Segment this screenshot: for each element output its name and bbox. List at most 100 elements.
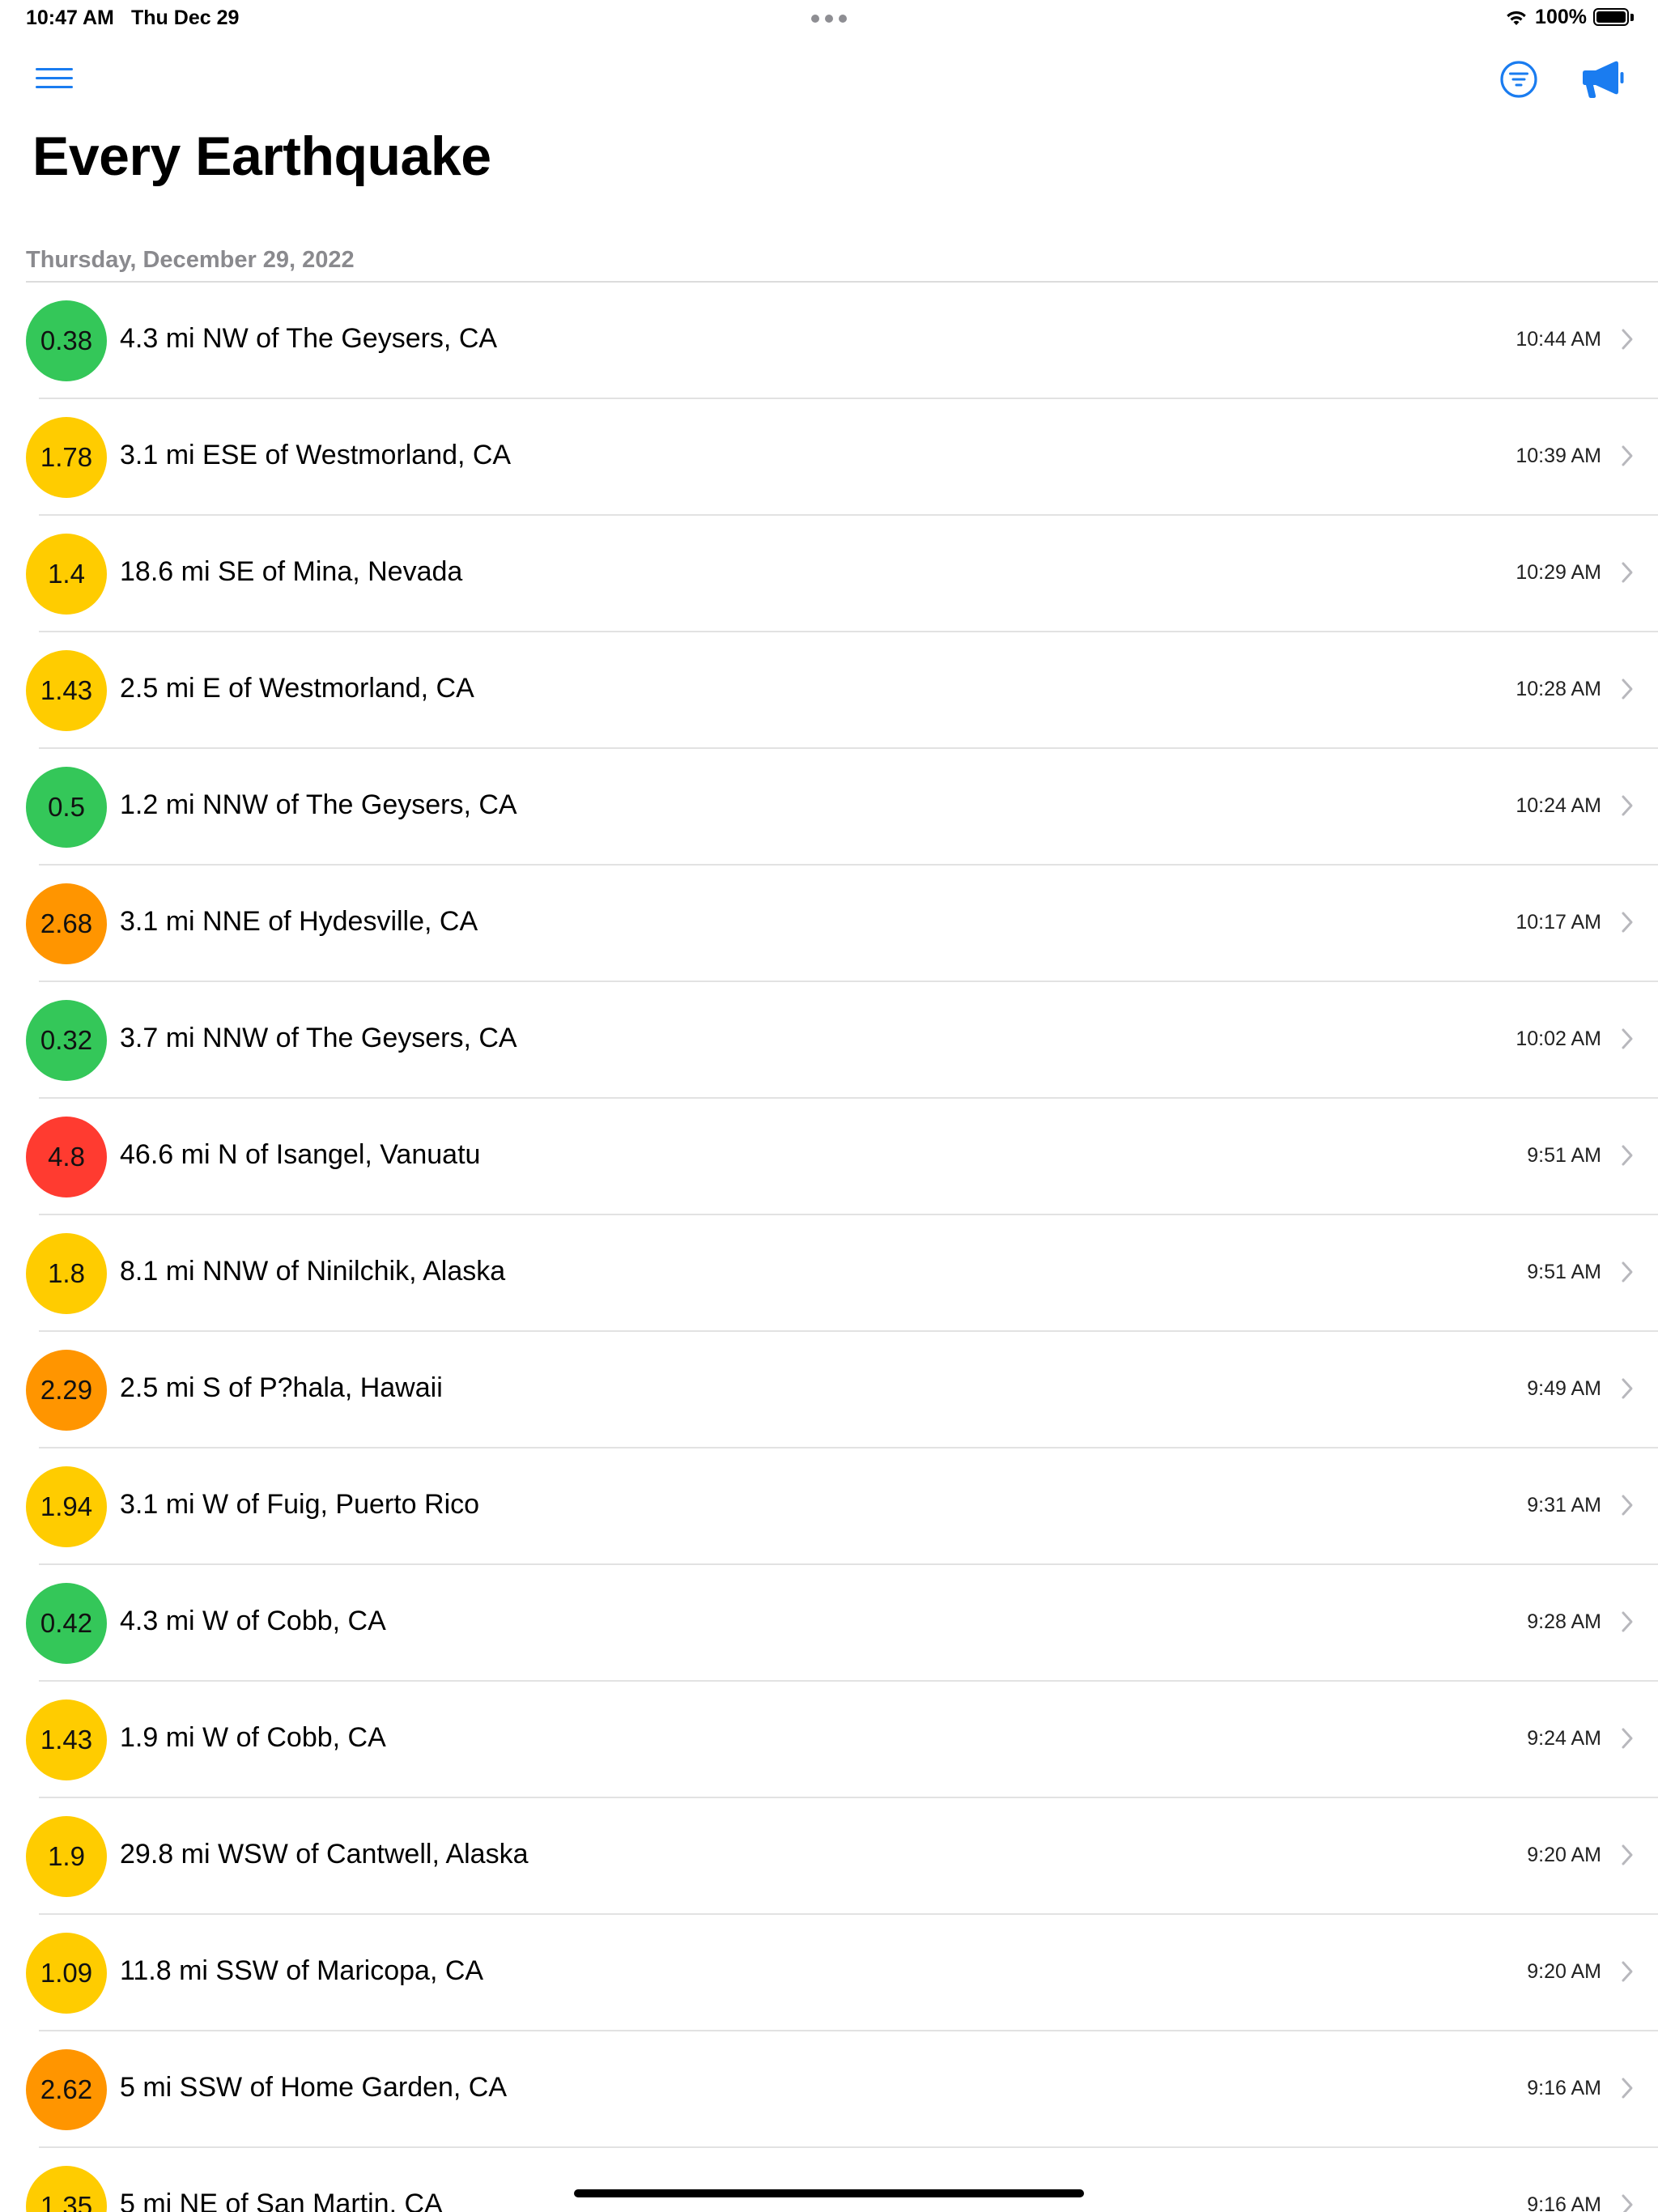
magnitude-badge: 1.94 — [26, 1466, 107, 1547]
status-date: Thu Dec 29 — [131, 6, 240, 29]
earthquake-location: 1.9 mi W of Cobb, CA — [120, 1722, 386, 1753]
magnitude-badge: 1.8 — [26, 1233, 107, 1314]
earthquake-location: 4.3 mi W of Cobb, CA — [120, 1606, 386, 1636]
earthquake-time: 9:20 AM — [1527, 1844, 1601, 1866]
magnitude-badge: 2.62 — [26, 2049, 107, 2130]
earthquake-time: 10:28 AM — [1516, 678, 1601, 700]
earthquake-row[interactable]: 2.29 2.5 mi S of P?hala, Hawaii 9:49 AM — [0, 1332, 1658, 1448]
earthquake-time: 10:24 AM — [1516, 794, 1601, 817]
earthquake-row[interactable]: 0.32 3.7 mi NNW of The Geysers, CA 10:02 A… — [0, 982, 1658, 1099]
earthquake-location: 5 mi SSW of Home Garden, CA — [120, 2072, 508, 2103]
earthquake-row[interactable]: 0.38 4.3 mi NW of The Geysers, CA 10:44 AM — [0, 283, 1658, 399]
section-header-date: Thursday, December 29, 2022 — [26, 247, 355, 273]
earthquake-row[interactable]: 1.43 2.5 mi E of Westmorland, CA 10:28 AM — [0, 632, 1658, 749]
earthquake-row[interactable]: 1.35 5 mi NE of San Martin, CA 9:16 AM — [0, 2148, 1658, 2212]
magnitude-badge: 1.35 — [26, 2166, 107, 2212]
earthquake-location: 3.1 mi ESE of Westmorland, CA — [120, 440, 512, 470]
earthquake-location: 46.6 mi N of Isangel, Vanuatu — [120, 1139, 481, 1170]
magnitude-badge: 1.43 — [26, 650, 107, 731]
wifi-icon — [1507, 11, 1526, 25]
chevron-right-icon — [1622, 329, 1633, 350]
chevron-right-icon — [1622, 795, 1633, 816]
earthquake-location: 3.7 mi NNW of The Geysers, CA — [120, 1023, 517, 1053]
chevron-right-icon — [1622, 1611, 1633, 1632]
earthquake-location: 18.6 mi SE of Mina, Nevada — [120, 556, 463, 587]
earthquake-time: 9:28 AM — [1527, 1610, 1601, 1633]
hamburger-menu-icon[interactable] — [36, 65, 73, 92]
chevron-right-icon — [1622, 445, 1633, 466]
status-indicators: 100% — [1504, 6, 1634, 29]
magnitude-badge: 0.5 — [26, 767, 107, 848]
chevron-right-icon — [1622, 2078, 1633, 2099]
magnitude-badge: 1.43 — [26, 1699, 107, 1780]
chevron-right-icon — [1622, 1378, 1633, 1399]
earthquake-time: 10:39 AM — [1516, 445, 1601, 467]
earthquake-time: 9:24 AM — [1527, 1727, 1601, 1750]
earthquake-row[interactable]: 1.94 3.1 mi W of Fuig, Puerto Rico 9:31 AM — [0, 1448, 1658, 1565]
earthquake-time: 10:02 AM — [1516, 1027, 1601, 1050]
earthquake-location: 5 mi NE of San Martin, CA — [120, 2189, 443, 2212]
magnitude-badge: 2.68 — [26, 883, 107, 964]
chevron-right-icon — [1622, 562, 1633, 583]
megaphone-icon[interactable] — [1579, 57, 1625, 102]
magnitude-badge: 2.29 — [26, 1350, 107, 1431]
chevron-right-icon — [1622, 1728, 1633, 1749]
magnitude-badge: 4.8 — [26, 1117, 107, 1197]
earthquake-time: 9:51 AM — [1527, 1261, 1601, 1283]
earthquake-row[interactable]: 1.8 8.1 mi NNW of Ninilchik, Alaska 9:51 A… — [0, 1215, 1658, 1332]
magnitude-badge: 1.09 — [26, 1933, 107, 2014]
earthquake-row[interactable]: 0.42 4.3 mi W of Cobb, CA 9:28 AM — [0, 1565, 1658, 1682]
chevron-right-icon — [1622, 1261, 1633, 1283]
earthquake-location: 1.2 mi NNW of The Geysers, CA — [120, 789, 517, 820]
earthquake-row[interactable]: 1.4 18.6 mi SE of Mina, Nevada 10:29 AM — [0, 516, 1658, 632]
earthquake-row[interactable]: 1.9 29.8 mi WSW of Cantwell, Alaska 9:20 A… — [0, 1798, 1658, 1915]
earthquake-row[interactable]: 2.62 5 mi SSW of Home Garden, CA 9:16 AM — [0, 2031, 1658, 2148]
earthquake-row[interactable]: 1.09 11.8 mi SSW of Maricopa, CA 9:20 AM — [0, 1915, 1658, 2031]
status-time: 10:47 AM — [26, 6, 114, 29]
chevron-right-icon — [1622, 1145, 1633, 1166]
earthquake-row[interactable]: 1.78 3.1 mi ESE of Westmorland, CA 10:39 A… — [0, 399, 1658, 516]
chevron-right-icon — [1622, 1844, 1633, 1865]
earthquake-location: 4.3 mi NW of The Geysers, CA — [120, 323, 498, 354]
chevron-right-icon — [1622, 1028, 1633, 1049]
earthquake-time: 9:20 AM — [1527, 1960, 1601, 1983]
battery-icon — [1593, 7, 1634, 28]
earthquake-time: 9:16 AM — [1527, 2077, 1601, 2099]
page-title: Every Earthquake — [32, 125, 491, 187]
filter-circle-icon[interactable] — [1499, 59, 1539, 100]
magnitude-badge: 1.9 — [26, 1816, 107, 1897]
chevron-right-icon — [1622, 1961, 1633, 1982]
earthquake-time: 10:44 AM — [1516, 328, 1601, 351]
magnitude-badge: 1.4 — [26, 534, 107, 615]
earthquake-location: 2.5 mi S of P?hala, Hawaii — [120, 1372, 443, 1403]
earthquake-time: 9:31 AM — [1527, 1494, 1601, 1516]
chevron-right-icon — [1622, 1495, 1633, 1516]
multitasking-dots-icon[interactable] — [811, 15, 847, 23]
status-bar: 10:47 AM Thu Dec 29 100% — [0, 0, 1658, 37]
earthquake-location: 3.1 mi W of Fuig, Puerto Rico — [120, 1489, 480, 1520]
magnitude-badge: 0.42 — [26, 1583, 107, 1664]
chevron-right-icon — [1622, 912, 1633, 933]
magnitude-badge: 0.38 — [26, 300, 107, 381]
earthquake-row[interactable]: 1.43 1.9 mi W of Cobb, CA 9:24 AM — [0, 1682, 1658, 1798]
earthquake-row[interactable]: 4.8 46.6 mi N of Isangel, Vanuatu 9:51 AM — [0, 1099, 1658, 1215]
earthquake-location: 8.1 mi NNW of Ninilchik, Alaska — [120, 1256, 506, 1287]
home-indicator[interactable] — [574, 2189, 1084, 2197]
earthquake-location: 2.5 mi E of Westmorland, CA — [120, 673, 474, 704]
earthquake-location: 29.8 mi WSW of Cantwell, Alaska — [120, 1839, 529, 1870]
earthquake-time: 9:16 AM — [1527, 2193, 1601, 2212]
earthquake-location: 3.1 mi NNE of Hydesville, CA — [120, 906, 478, 937]
magnitude-badge: 1.78 — [26, 417, 107, 498]
earthquake-time: 10:17 AM — [1516, 911, 1601, 934]
battery-percentage: 100% — [1535, 6, 1587, 28]
earthquake-row[interactable]: 0.5 1.2 mi NNW of The Geysers, CA 10:24 AM — [0, 749, 1658, 866]
earthquake-time: 10:29 AM — [1516, 561, 1601, 584]
app-root: 10:47 AM Thu Dec 29 100% Every Earthquak… — [0, 0, 1658, 2212]
earthquake-list: 0.38 4.3 mi NW of The Geysers, CA 10:44 AM… — [0, 283, 1658, 2212]
chevron-right-icon — [1622, 2194, 1633, 2212]
earthquake-row[interactable]: 2.68 3.1 mi NNE of Hydesville, CA 10:17 AM — [0, 866, 1658, 982]
earthquake-time: 9:49 AM — [1527, 1377, 1601, 1400]
chevron-right-icon — [1622, 678, 1633, 700]
earthquake-time: 9:51 AM — [1527, 1144, 1601, 1167]
magnitude-badge: 0.32 — [26, 1000, 107, 1081]
